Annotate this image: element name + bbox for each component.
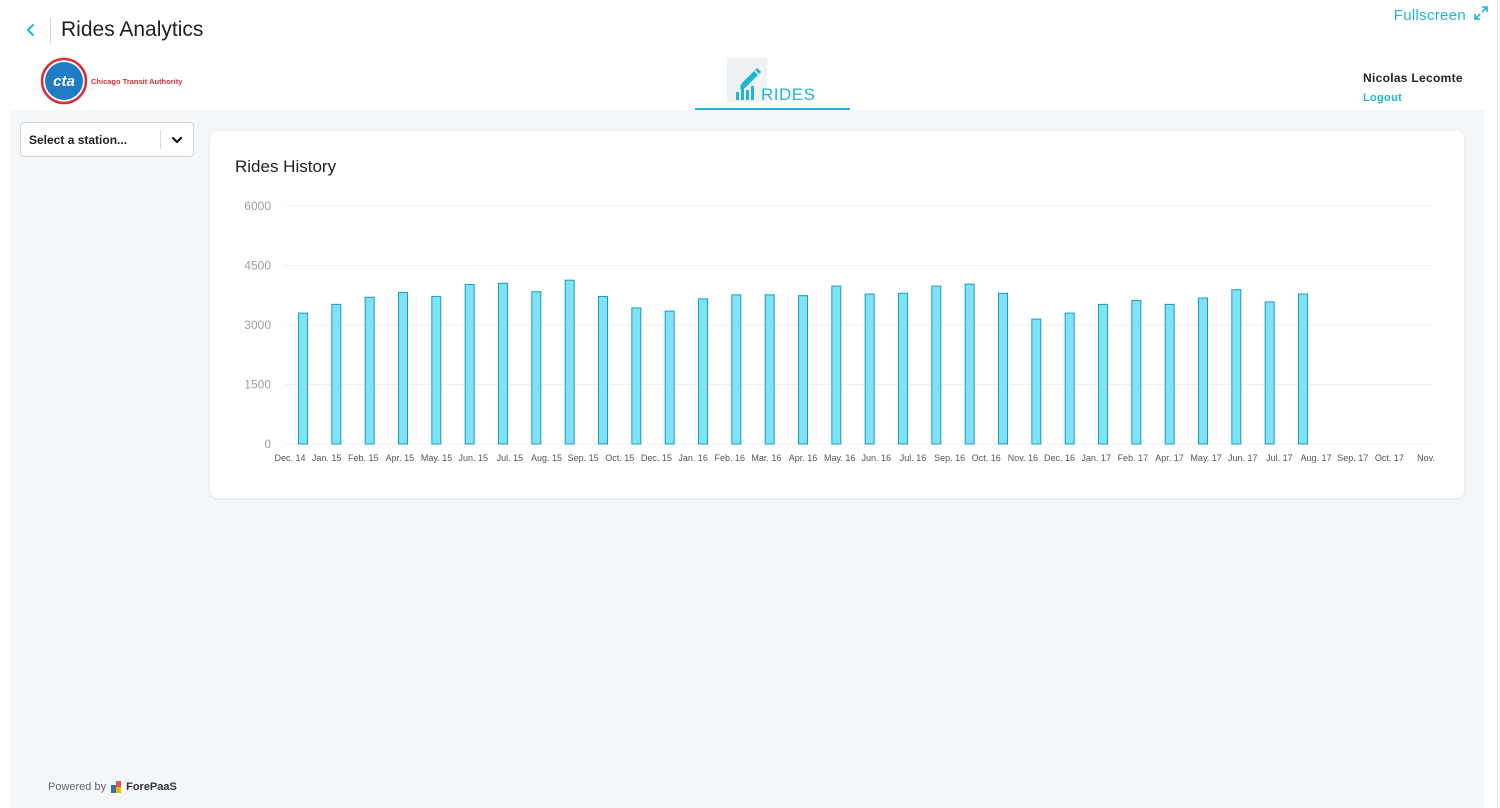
logout-link[interactable]: Logout [1363, 92, 1463, 104]
bar [498, 282, 508, 445]
x-tick-label: Apr. 15 [386, 453, 415, 463]
forepaas-logo-icon [111, 781, 122, 793]
logo-text: Chicago Transit Authority [91, 76, 183, 86]
x-tick-label: Oct. 17 [1375, 453, 1404, 463]
x-tick-label: Feb. 17 [1118, 453, 1149, 463]
bar [731, 294, 742, 445]
bar [931, 285, 942, 445]
station-select-placeholder: Select a station... [29, 133, 128, 147]
bar [1231, 289, 1242, 445]
x-tick-label: Feb. 15 [348, 453, 379, 463]
user-panel: Nicolas Lecomte Logout [1363, 71, 1463, 104]
x-tick-label: Oct. 16 [972, 453, 1001, 463]
rides-history-chart: 0 1500 3000 4500 6000 Dec. 14 Jan. 15 Feb. 15 Ap… [244, 199, 1435, 463]
bar [631, 307, 642, 445]
station-select[interactable]: Select a station... [20, 122, 194, 157]
app-title: Rides Analytics [61, 18, 204, 41]
y-tick-label: 4500 [244, 259, 271, 273]
x-tick-label: Jun. 17 [1228, 453, 1258, 463]
y-tick-label: 1500 [244, 378, 271, 392]
cta-logo-mark: cta [40, 57, 88, 105]
bar [1198, 297, 1208, 445]
y-tick-label: 3000 [244, 318, 271, 332]
x-tick-label: Apr. 17 [1155, 453, 1184, 463]
select-divider [160, 130, 161, 149]
bar [898, 292, 908, 445]
bar [331, 303, 342, 445]
x-tick-label: Dec. 15 [641, 453, 672, 463]
x-tick-label: Jun. 16 [862, 453, 892, 463]
bar [464, 284, 475, 445]
top-bar: Rides Analytics Fullscreen [0, 0, 1500, 58]
bar [598, 295, 608, 445]
bar [1131, 299, 1142, 445]
x-tick-label: Jan. 15 [312, 453, 342, 463]
bar [798, 295, 808, 445]
user-name: Nicolas Lecomte [1363, 71, 1463, 85]
x-tick-label: Jul. 15 [497, 453, 524, 463]
x-tick-label: Sep. 15 [568, 453, 599, 463]
back-chevron-icon[interactable] [22, 18, 40, 42]
x-tick-label: May. 15 [421, 453, 452, 463]
bar [1064, 312, 1075, 445]
fullscreen-label: Fullscreen [1393, 6, 1466, 24]
x-tick-label: Dec. 16 [1044, 453, 1075, 463]
x-tick-label: Aug. 17 [1301, 453, 1332, 463]
x-tick-label: Jul. 16 [900, 453, 927, 463]
tab-rides[interactable]: RIDES [695, 58, 850, 110]
tab-label: RIDES [761, 85, 816, 104]
bar [1098, 303, 1108, 445]
bar [764, 294, 775, 445]
x-tick-label: Aug. 15 [531, 453, 562, 463]
x-tick-label: Jun. 15 [458, 453, 488, 463]
x-tick-label: Nov. 16 [1008, 453, 1038, 463]
x-tick-label: Jan. 16 [678, 453, 708, 463]
x-tick-label: Jul. 17 [1266, 453, 1293, 463]
bar [1298, 293, 1308, 445]
bar [531, 291, 542, 445]
dashboard: cta Chicago Transit Authority RIDES Nico… [10, 57, 1484, 808]
y-tick-label: 6000 [244, 199, 271, 213]
powered-by: Powered by ForePaaS [48, 781, 177, 793]
svg-text:cta: cta [53, 73, 75, 90]
bar [831, 285, 842, 445]
chevron-down-icon [171, 133, 183, 151]
x-tick-label: Apr. 16 [789, 453, 818, 463]
bar [698, 298, 708, 445]
x-tick-label: May. 16 [824, 453, 855, 463]
bar [398, 291, 408, 445]
x-tick-label: Sep. 16 [934, 453, 965, 463]
bar [298, 312, 308, 445]
bar [1031, 318, 1042, 445]
x-tick-label: Sep. 17 [1337, 453, 1368, 463]
powered-by-label: Powered by [48, 781, 107, 793]
bar [564, 279, 575, 445]
bar [1264, 301, 1275, 445]
y-tick-label: 0 [264, 437, 271, 451]
x-tick-label: Oct. 15 [605, 453, 634, 463]
expand-icon [1474, 6, 1488, 24]
x-tick-label: Nov. [1417, 453, 1435, 463]
x-tick-label: Dec. 14 [274, 453, 305, 463]
title-divider [50, 18, 51, 44]
x-tick-label: Mar. 16 [751, 453, 781, 463]
bar [1164, 303, 1175, 445]
bar [364, 296, 375, 445]
bar [964, 283, 975, 445]
bar [998, 292, 1008, 445]
x-tick-label: Jan. 17 [1081, 453, 1111, 463]
forepaas-brand: ForePaaS [126, 781, 177, 793]
app-header: cta Chicago Transit Authority RIDES Nico… [10, 57, 1484, 110]
x-tick-label: May. 17 [1190, 453, 1221, 463]
window-edge [1497, 0, 1498, 808]
bar [431, 295, 442, 445]
cta-logo: cta Chicago Transit Authority [40, 57, 182, 105]
x-tick-label: Feb. 16 [714, 453, 745, 463]
chart-card: Rides History 0 1500 3000 4500 6000 Dec. 14 Ja… [210, 131, 1464, 498]
bar [664, 310, 675, 445]
fullscreen-button[interactable]: Fullscreen [1394, 6, 1488, 24]
bar [864, 293, 875, 445]
